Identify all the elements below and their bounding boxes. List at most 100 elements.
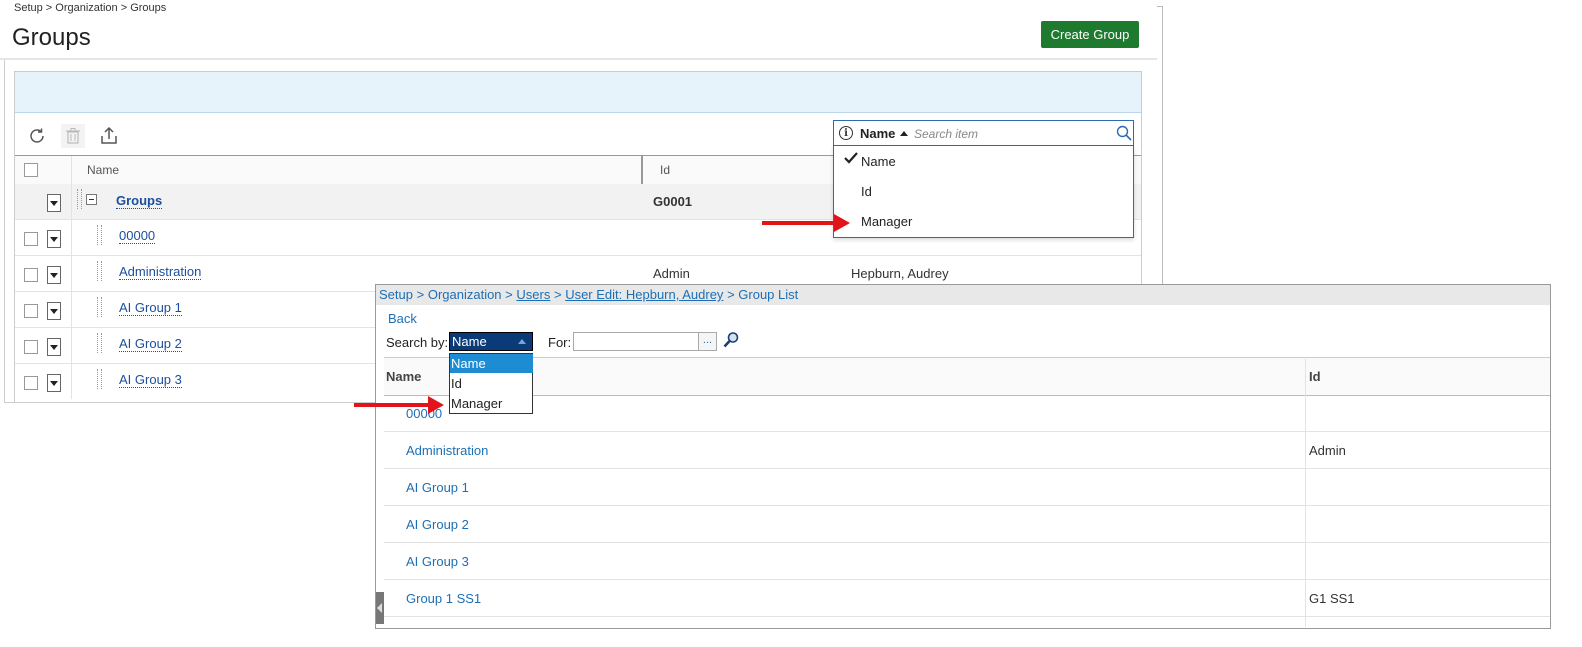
row-name-link[interactable]: AI Group 3: [406, 554, 469, 569]
dropdown-option-manager[interactable]: Manager: [861, 214, 912, 229]
select-all-checkbox[interactable]: [24, 163, 38, 177]
table-row[interactable]: 00000: [384, 395, 1550, 432]
collapse-icon[interactable]: [86, 194, 97, 205]
column-divider: [71, 156, 72, 184]
table-row[interactable]: Administration Admin: [384, 432, 1550, 469]
search-input[interactable]: Search item: [914, 127, 978, 141]
row-menu-button[interactable]: [47, 266, 61, 284]
row-menu-button[interactable]: [47, 194, 61, 212]
row-menu-button[interactable]: [47, 230, 61, 248]
arrow-pointer-icon: [354, 396, 444, 414]
search-field-selector[interactable]: Name: [860, 126, 895, 141]
row-name-link[interactable]: AI Group 1: [406, 480, 469, 495]
select-option-name[interactable]: Name: [450, 354, 533, 373]
caret-up-icon: [518, 339, 526, 344]
row-checkbox[interactable]: [24, 268, 38, 282]
search-by-label: Search by:: [386, 335, 449, 350]
row-menu-button[interactable]: [47, 302, 61, 320]
lookup-button[interactable]: ...: [698, 332, 717, 351]
row-name-link[interactable]: AI Group 2: [119, 336, 182, 352]
drag-handle[interactable]: [97, 369, 102, 389]
row-name-link[interactable]: Administration: [406, 443, 488, 458]
column-divider: [71, 256, 72, 291]
grid-banner: [15, 72, 1141, 113]
caret-up-icon[interactable]: [900, 131, 908, 136]
row-name-link[interactable]: AI Group 2: [406, 517, 469, 532]
row-name-link[interactable]: Groups: [116, 193, 163, 209]
breadcrumb-separator: >: [416, 287, 425, 302]
for-label: For:: [548, 335, 572, 350]
drag-handle[interactable]: [97, 225, 102, 245]
breadcrumb-group-list: Group List: [738, 287, 799, 302]
row-checkbox[interactable]: [24, 304, 38, 318]
breadcrumb-organization[interactable]: Organization: [428, 287, 502, 302]
collapse-sidebar-handle[interactable]: [376, 592, 384, 624]
row-manager: Hepburn, Audrey: [851, 266, 949, 281]
row-checkbox[interactable]: [24, 376, 38, 390]
breadcrumb-user-edit[interactable]: User Edit: Hepburn, Audrey: [565, 287, 723, 302]
row-name-link[interactable]: AI Group 3: [119, 372, 182, 388]
info-icon[interactable]: i: [839, 126, 853, 140]
export-icon[interactable]: [97, 124, 121, 148]
table-row[interactable]: Group 1 SS1 G1 SS1: [384, 580, 1550, 617]
column-resize-handle[interactable]: [641, 156, 643, 184]
create-group-button[interactable]: Create Group: [1041, 21, 1139, 48]
row-menu-button[interactable]: [47, 338, 61, 356]
search-by-select[interactable]: Name: [449, 332, 533, 351]
row-name-link[interactable]: Group 1 SS1: [406, 591, 481, 606]
search-by-options: Name Id Manager: [449, 353, 533, 414]
delete-icon[interactable]: [61, 124, 85, 148]
row-checkbox[interactable]: [24, 232, 38, 246]
search-icon[interactable]: [722, 331, 740, 354]
column-divider: [71, 220, 72, 255]
column-divider: [71, 292, 72, 327]
arrow-pointer-icon: [762, 214, 850, 232]
refresh-icon[interactable]: [25, 124, 49, 148]
back-link[interactable]: Back: [388, 311, 417, 326]
drag-handle[interactable]: [97, 333, 102, 353]
column-divider: [71, 184, 72, 219]
column-header-id[interactable]: Id: [1309, 369, 1321, 384]
for-input[interactable]: [573, 332, 699, 351]
frame-edge: [1162, 6, 1163, 284]
search-icon[interactable]: [1116, 125, 1132, 146]
breadcrumb-separator: >: [553, 287, 562, 302]
select-option-manager[interactable]: Manager: [450, 394, 533, 413]
column-divider: [71, 328, 72, 363]
table-row[interactable]: AI Group 1: [384, 469, 1550, 506]
drag-handle[interactable]: [97, 297, 102, 317]
dropdown-option-id[interactable]: Id: [861, 184, 872, 199]
frame-edge: [4, 60, 5, 403]
row-id: G1 SS1: [1309, 591, 1355, 606]
row-id: G0001: [653, 194, 693, 209]
page-title: Groups: [12, 24, 91, 51]
table-header: Name Id: [384, 357, 1550, 396]
table-row[interactable]: AI Group 3: [384, 543, 1550, 580]
column-header-name[interactable]: Name: [87, 163, 119, 177]
row-name-link[interactable]: Administration: [119, 264, 202, 280]
search-box[interactable]: i Name Search item: [833, 120, 1134, 146]
breadcrumb-separator: >: [727, 287, 735, 302]
search-field-dropdown: Name Id Manager: [833, 146, 1134, 238]
row-name-link[interactable]: AI Group 1: [119, 300, 182, 316]
dropdown-option-name[interactable]: Name: [861, 154, 896, 169]
column-header-id[interactable]: Id: [660, 163, 670, 177]
row-id: Admin: [1309, 443, 1346, 458]
breadcrumb-setup[interactable]: Setup: [379, 287, 413, 302]
group-list-page: Setup > Organization > Users > User Edit…: [375, 284, 1551, 629]
table-row[interactable]: AI Group 2: [384, 506, 1550, 543]
row-name-link[interactable]: 00000: [119, 228, 156, 244]
check-icon: [844, 152, 858, 167]
select-option-id[interactable]: Id: [450, 374, 533, 393]
drag-handle[interactable]: [77, 189, 82, 209]
search-by-selected-value: Name: [452, 334, 487, 349]
row-menu-button[interactable]: [47, 374, 61, 392]
row-checkbox[interactable]: [24, 340, 38, 354]
group-list-table: Name Id 00000 Administration Admin AI Gr…: [384, 357, 1550, 627]
row-id: Admin: [653, 266, 690, 281]
breadcrumb: Setup > Organization > Users > User Edit…: [376, 285, 1550, 305]
breadcrumb-separator: >: [505, 287, 513, 302]
column-header-name[interactable]: Name: [386, 369, 421, 384]
drag-handle[interactable]: [97, 261, 102, 281]
breadcrumb-users[interactable]: Users: [516, 287, 550, 302]
